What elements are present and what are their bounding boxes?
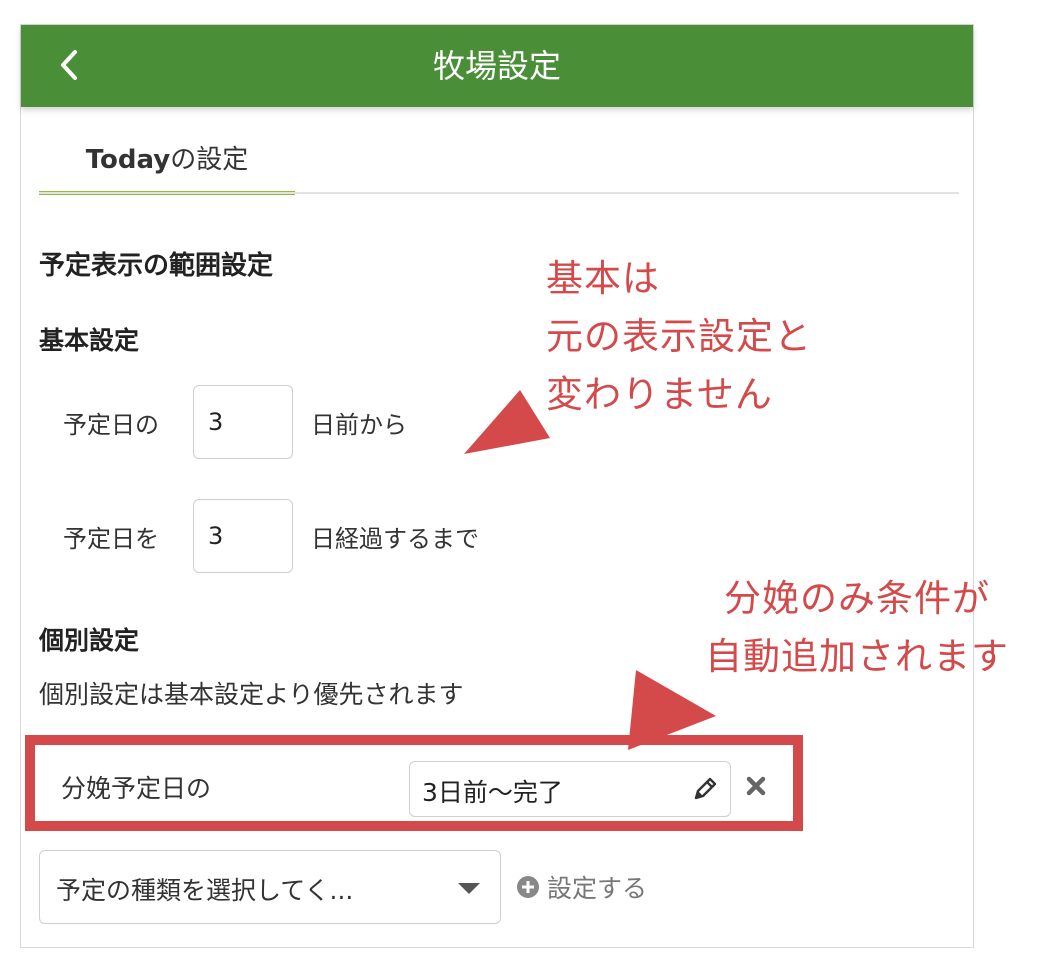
annotation-arrow-1: [464, 390, 550, 454]
before-suffix: 日前から: [311, 411, 407, 439]
days-before-input[interactable]: [193, 385, 293, 459]
individual-setting-value-field[interactable]: 3日前〜完了: [409, 761, 731, 817]
settings-panel: 牧場設定 Todayの設定 予定表示の範囲設定 基本設定 予定日の 日前から 予…: [20, 24, 974, 948]
display-range-title: 予定表示の範囲設定: [39, 251, 274, 281]
after-suffix: 日経過するまで: [311, 525, 479, 553]
annotation-note-1-line: 変わりません: [546, 373, 773, 416]
plus-circle-icon: [517, 876, 539, 898]
individual-settings-description: 個別設定は基本設定より優先されます: [39, 680, 464, 709]
page-title: 牧場設定: [432, 47, 561, 85]
tab-label-rest: の設定: [170, 145, 249, 175]
annotation-note-1-line: 基本は: [546, 257, 660, 300]
basic-settings-title: 基本設定: [39, 326, 140, 355]
add-setting-button[interactable]: 設定する: [515, 869, 647, 905]
before-label: 予定日の: [63, 411, 159, 439]
tab-label-bold: Today: [85, 145, 171, 175]
pencil-icon[interactable]: [690, 774, 720, 804]
individual-setting-value: 3日前〜完了: [422, 778, 563, 807]
annotation-note-2-line: 自動追加されます: [705, 635, 1009, 678]
schedule-type-select[interactable]: 予定の種類を選択してく...: [39, 850, 501, 924]
annotation-note-1: 基本は 元の表示設定と 変わりません: [546, 250, 812, 424]
annotation-arrow-2: [628, 670, 716, 750]
tab-divider: [39, 192, 959, 194]
after-label: 予定日を: [63, 525, 159, 553]
close-icon[interactable]: [743, 773, 769, 799]
add-setting-label: 設定する: [547, 874, 648, 903]
app-header: 牧場設定: [21, 25, 973, 107]
schedule-type-placeholder: 予定の種類を選択してく...: [56, 876, 354, 905]
individual-settings-title: 個別設定: [39, 626, 140, 655]
individual-setting-label: 分娩予定日の: [61, 774, 212, 803]
annotation-note-2-line: 分娩のみ条件が: [724, 577, 990, 620]
caret-down-icon: [458, 883, 480, 894]
annotation-note-2: 分娩のみ条件が 自動追加されます: [672, 570, 1042, 686]
tab-today-settings[interactable]: Todayの設定: [39, 137, 295, 195]
annotation-note-1-line: 元の表示設定と: [546, 315, 812, 358]
days-after-input[interactable]: [193, 499, 293, 573]
